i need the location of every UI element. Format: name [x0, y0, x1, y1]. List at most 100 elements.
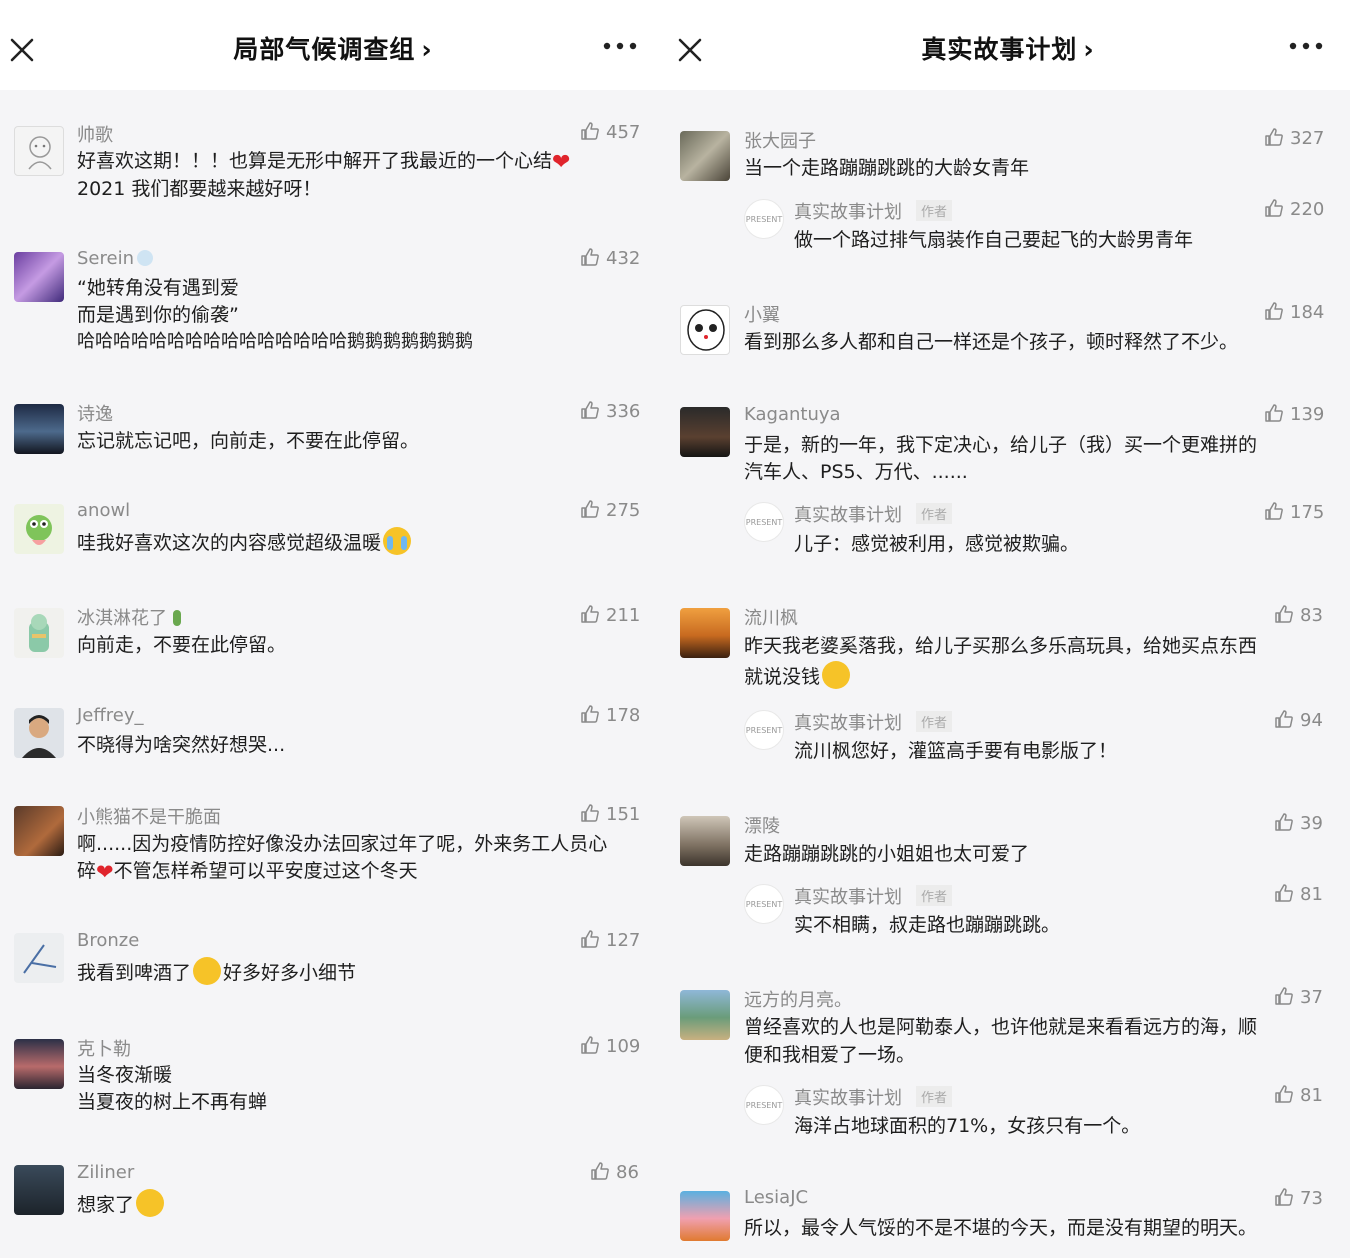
like-button[interactable]: 139 — [1264, 403, 1324, 425]
avatar[interactable] — [14, 126, 64, 176]
avatar[interactable] — [680, 990, 730, 1040]
comment-username[interactable]: 冰淇淋花了 — [77, 604, 181, 630]
avatar[interactable] — [14, 933, 64, 983]
author-badge: 作者 — [916, 503, 953, 524]
author-avatar[interactable]: PRESENT — [744, 199, 784, 239]
comment-username[interactable]: 小翼 — [744, 301, 780, 327]
thinking-emoji-icon — [822, 661, 851, 689]
like-button[interactable]: 39 — [1274, 812, 1323, 834]
like-button[interactable]: 220 — [1264, 198, 1324, 220]
broken-heart-emoji-icon: ❤ — [96, 860, 114, 884]
like-count: 220 — [1290, 199, 1325, 220]
heart-emoji-icon: ❤ — [552, 150, 571, 175]
like-button[interactable]: 109 — [580, 1035, 640, 1057]
like-count: 81 — [1300, 1085, 1323, 1106]
thumbs-up-icon — [1275, 1188, 1293, 1206]
comment-username[interactable]: 远方的月亮。 — [744, 986, 852, 1012]
reply-text: 流川枫您好，灌篮高手要有电影版了！ — [794, 740, 1118, 762]
like-count: 86 — [616, 1162, 639, 1183]
avatar[interactable] — [680, 305, 730, 355]
thumbs-up-icon — [1265, 128, 1283, 146]
avatar[interactable] — [680, 608, 730, 658]
thumbs-up-icon — [581, 500, 599, 518]
like-button[interactable]: 275 — [580, 499, 640, 521]
author-avatar[interactable]: PRESENT — [744, 884, 784, 924]
comment-username[interactable]: 流川枫 — [744, 604, 798, 630]
author-avatar[interactable]: PRESENT — [744, 710, 784, 750]
avatar[interactable] — [14, 252, 64, 302]
like-count: 94 — [1300, 710, 1323, 731]
author-avatar[interactable]: PRESENT — [744, 1085, 784, 1125]
like-count: 81 — [1300, 884, 1323, 905]
comment-username[interactable]: 克卜勒 — [77, 1035, 131, 1061]
comment-text: “她转角没有遇到爱 — [77, 277, 239, 299]
wind-emoji-icon — [137, 250, 153, 266]
comment-username[interactable]: LesiaJC — [744, 1187, 808, 1208]
comment-text: 当夏夜的树上不再有蝉 — [77, 1091, 268, 1113]
thumbs-up-icon — [1275, 605, 1293, 623]
comment-username[interactable]: Ziliner — [77, 1162, 134, 1183]
avatar[interactable] — [14, 1165, 64, 1215]
comment-text: 走路蹦蹦跳跳的小姐姐也太可爱了 — [744, 843, 1030, 865]
comment-username[interactable]: 诗逸 — [77, 400, 113, 426]
comment-username[interactable]: 小熊猫不是干脆面 — [77, 803, 221, 829]
like-button[interactable]: 83 — [1274, 604, 1323, 626]
like-button[interactable]: 81 — [1274, 883, 1323, 905]
like-button[interactable]: 457 — [580, 121, 640, 143]
chevron-right-icon: › — [1083, 35, 1095, 64]
comment-text: 碎❤不管怎样希望可以平安度过这个冬天 — [77, 860, 418, 884]
avatar[interactable] — [680, 407, 730, 457]
like-button[interactable]: 37 — [1274, 986, 1323, 1008]
more-options-icon[interactable] — [600, 36, 640, 56]
comment-text: 昨天我老婆奚落我，给儿子买那么多乐高玩具，给她买点东西 — [744, 635, 1258, 657]
page-title-link[interactable]: 真实故事计划 › — [666, 30, 1350, 66]
comment-username[interactable]: Bronze — [77, 930, 139, 951]
like-button[interactable]: 127 — [580, 929, 640, 951]
avatar[interactable] — [14, 806, 64, 856]
reply-text: 海洋占地球面积的71%，女孩只有一个。 — [794, 1115, 1141, 1137]
comment-username[interactable]: 帅歌 — [77, 121, 113, 147]
like-button[interactable]: 178 — [580, 704, 640, 726]
like-count: 175 — [1290, 502, 1325, 523]
like-button[interactable]: 211 — [580, 604, 640, 626]
reply-username[interactable]: 真实故事计划 作者 — [794, 198, 953, 224]
comment-username[interactable]: Kagantuya — [744, 404, 841, 425]
reply-username[interactable]: 真实故事计划 作者 — [794, 1084, 953, 1110]
page-title-link[interactable]: 局部气候调查组 › — [0, 30, 666, 66]
thumbs-up-icon — [581, 248, 599, 266]
like-button[interactable]: 327 — [1264, 127, 1324, 149]
author-avatar[interactable]: PRESENT — [744, 502, 784, 542]
like-button[interactable]: 175 — [1264, 501, 1324, 523]
reply-username[interactable]: 真实故事计划 作者 — [794, 501, 953, 527]
like-count: 83 — [1300, 605, 1323, 626]
like-button[interactable]: 151 — [580, 803, 640, 825]
page-title: 局部气候调查组 — [233, 35, 416, 64]
comment-text: 哇我好喜欢这次的内容感觉超级温暖 — [77, 527, 413, 557]
comment-username[interactable]: anowl — [77, 500, 130, 521]
like-count: 432 — [606, 248, 641, 269]
avatar[interactable] — [680, 131, 730, 181]
avatar[interactable] — [14, 708, 64, 758]
comment-username[interactable]: 漂陵 — [744, 812, 780, 838]
like-button[interactable]: 86 — [590, 1161, 639, 1183]
more-options-icon[interactable] — [1286, 36, 1326, 56]
avatar[interactable] — [14, 1039, 64, 1089]
comment-username[interactable]: Serein — [77, 248, 153, 269]
avatar[interactable] — [14, 504, 64, 554]
avatar[interactable] — [14, 608, 64, 658]
thumbs-up-icon — [1275, 884, 1293, 902]
avatar[interactable] — [680, 1191, 730, 1241]
like-button[interactable]: 184 — [1264, 301, 1324, 323]
comment-username[interactable]: Jeffrey_ — [77, 705, 144, 726]
like-button[interactable]: 81 — [1274, 1084, 1323, 1106]
like-count: 151 — [606, 804, 641, 825]
like-button[interactable]: 432 — [580, 247, 640, 269]
reply-username[interactable]: 真实故事计划 作者 — [794, 883, 953, 909]
comment-username[interactable]: 张大园子 — [744, 127, 816, 153]
like-button[interactable]: 336 — [580, 400, 640, 422]
like-button[interactable]: 73 — [1274, 1187, 1323, 1209]
like-button[interactable]: 94 — [1274, 709, 1323, 731]
avatar[interactable] — [680, 816, 730, 866]
avatar[interactable] — [14, 404, 64, 454]
reply-username[interactable]: 真实故事计划 作者 — [794, 709, 953, 735]
